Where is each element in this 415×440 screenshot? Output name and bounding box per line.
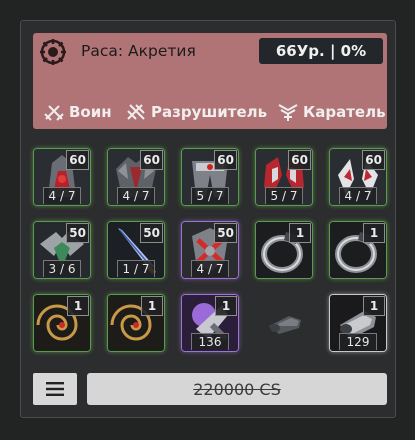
item-level: 60 bbox=[362, 150, 385, 170]
destroyer-class-icon bbox=[127, 104, 145, 120]
capsule-item-icon bbox=[269, 316, 301, 334]
item-count: 4 / 7 bbox=[117, 187, 155, 204]
item-count: 5 / 7 bbox=[265, 187, 303, 204]
item-level: 50 bbox=[66, 223, 89, 243]
class-item-destroyer[interactable]: Разрушитель bbox=[125, 101, 267, 123]
equipment-panel: Раса: Акретия 66Ур. | 0% Воин Разрушител… bbox=[20, 20, 396, 418]
shoulder-item-slot[interactable]: 50 3 / 6 bbox=[33, 221, 91, 279]
item-level: 1 bbox=[141, 296, 163, 316]
class-item-punisher[interactable]: Каратель bbox=[277, 101, 386, 123]
ring-item-2-slot[interactable]: 1 bbox=[329, 221, 387, 279]
capsule-item-slot[interactable] bbox=[255, 294, 313, 352]
item-count: 5 / 7 bbox=[191, 187, 229, 204]
menu-icon bbox=[46, 382, 64, 396]
helmet-item-slot[interactable]: 60 4 / 7 bbox=[33, 148, 91, 206]
item-level: 60 bbox=[66, 150, 89, 170]
punisher-class-icon bbox=[278, 104, 298, 121]
item-count: 3 / 6 bbox=[43, 260, 81, 277]
menu-button[interactable] bbox=[33, 373, 77, 405]
class-label: Разрушитель bbox=[151, 103, 268, 121]
item-count: 136 bbox=[191, 333, 229, 350]
item-count: 4 / 7 bbox=[191, 260, 229, 277]
level-display: 66Ур. | 0% bbox=[259, 38, 383, 64]
class-list: Воин Разрушитель Каратель bbox=[43, 101, 386, 123]
accretia-race-icon bbox=[40, 39, 66, 65]
ring-item-1-slot[interactable]: 1 bbox=[255, 221, 313, 279]
item-level: 1 bbox=[363, 223, 385, 243]
item-count: 4 / 7 bbox=[43, 187, 81, 204]
sword-item-slot[interactable]: 50 1 / 7 bbox=[107, 221, 165, 279]
item-level: 50 bbox=[214, 223, 237, 243]
item-level: 50 bbox=[140, 223, 163, 243]
class-item-warrior[interactable]: Воин bbox=[43, 101, 112, 123]
item-level: 1 bbox=[215, 296, 237, 316]
item-level: 1 bbox=[289, 223, 311, 243]
item-level: 1 bbox=[67, 296, 89, 316]
amulet-item-2-slot[interactable]: 1 bbox=[107, 294, 165, 352]
boots-item-slot[interactable]: 60 4 / 7 bbox=[329, 148, 387, 206]
price-button[interactable]: 220000 CS bbox=[87, 373, 387, 405]
class-label: Воин bbox=[69, 103, 112, 121]
pants-item-slot[interactable]: 60 5 / 7 bbox=[181, 148, 239, 206]
item-level: 1 bbox=[363, 296, 385, 316]
item-count: 1 / 7 bbox=[117, 260, 155, 277]
shield-item-slot[interactable]: 50 4 / 7 bbox=[181, 221, 239, 279]
race-label: Раса: Акретия bbox=[81, 42, 196, 60]
item-count: 4 / 7 bbox=[339, 187, 377, 204]
amulet-item-1-slot[interactable]: 1 bbox=[33, 294, 91, 352]
force-item-slot[interactable]: 1 136 bbox=[181, 294, 239, 352]
race-header: Раса: Акретия 66Ур. | 0% Воин Разрушител… bbox=[33, 33, 387, 129]
gloves-item-slot[interactable]: 60 5 / 7 bbox=[255, 148, 313, 206]
class-label: Каратель bbox=[303, 103, 386, 121]
battery-item-slot[interactable]: 1 129 bbox=[329, 294, 387, 352]
armor-item-slot[interactable]: 60 4 / 7 bbox=[107, 148, 165, 206]
warrior-class-icon bbox=[44, 105, 64, 121]
item-count: 129 bbox=[339, 333, 377, 350]
item-level: 60 bbox=[140, 150, 163, 170]
item-level: 60 bbox=[214, 150, 237, 170]
item-level: 60 bbox=[288, 150, 311, 170]
